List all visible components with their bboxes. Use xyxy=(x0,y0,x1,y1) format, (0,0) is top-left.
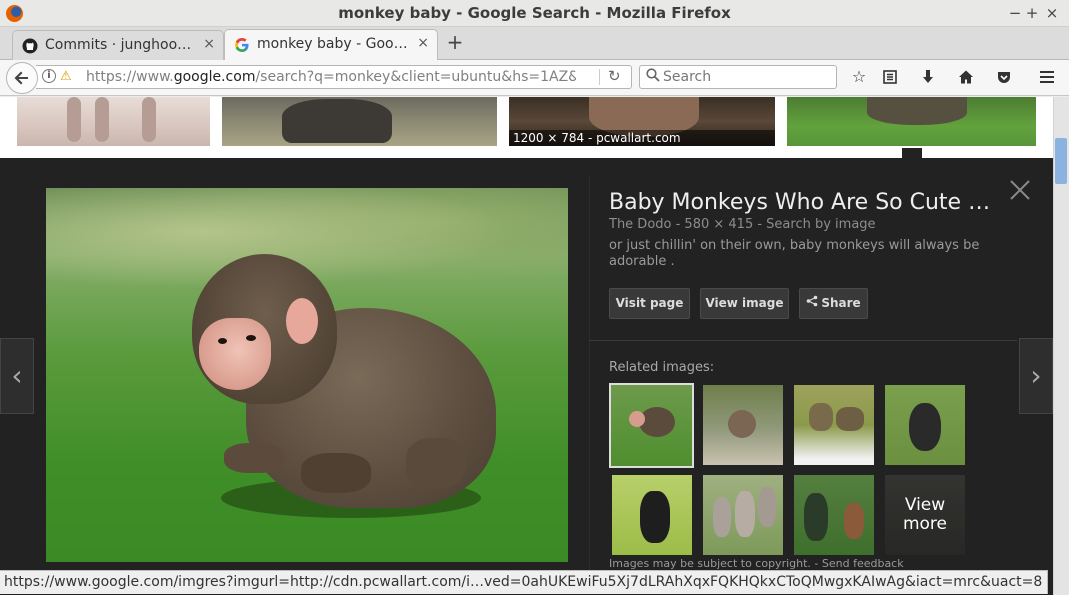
copyright-feedback-note[interactable]: Images may be subject to copyright. - Se… xyxy=(609,557,904,570)
search-bar[interactable] xyxy=(639,65,837,89)
visit-page-button[interactable]: Visit page xyxy=(609,288,690,319)
previous-image-button[interactable]: ‹ xyxy=(0,338,34,414)
view-more-related-button[interactable]: View more xyxy=(885,475,965,555)
firefox-logo-icon xyxy=(6,5,23,22)
preview-description: or just chillin' on their own, baby monk… xyxy=(609,238,980,269)
url-bar[interactable]: i ⚠ https://www.google.com/search?q=monk… xyxy=(36,65,632,89)
related-image-thumbnail[interactable] xyxy=(794,475,874,555)
search-input[interactable] xyxy=(663,68,831,86)
panel-divider xyxy=(589,175,590,575)
related-image-thumbnail[interactable] xyxy=(885,385,965,465)
search-icon xyxy=(646,68,660,86)
view-more-label: View more xyxy=(885,475,965,555)
tab-commits[interactable]: Commits · junghoo… × xyxy=(12,30,224,60)
related-image-thumbnail[interactable] xyxy=(703,385,783,465)
home-icon[interactable] xyxy=(955,66,977,88)
related-image-thumbnail[interactable] xyxy=(703,475,783,555)
related-image-thumbnail[interactable] xyxy=(794,385,874,465)
next-image-button[interactable]: › xyxy=(1019,338,1053,414)
tab-close-icon[interactable]: × xyxy=(417,35,429,51)
maximize-button[interactable]: + xyxy=(1022,3,1042,23)
url-text[interactable]: https://www.google.com/search?q=monkey&c… xyxy=(86,69,576,85)
section-divider xyxy=(589,340,1017,341)
view-image-button[interactable]: View image xyxy=(700,288,789,319)
tab-close-icon[interactable]: × xyxy=(203,36,215,52)
url-separator xyxy=(599,69,600,85)
result-thumbnail-selected[interactable] xyxy=(787,97,1036,146)
reading-list-icon[interactable] xyxy=(879,66,901,88)
menu-hamburger-icon[interactable] xyxy=(1036,66,1058,88)
insecure-lock-warning-icon[interactable]: ⚠ xyxy=(60,69,72,84)
close-window-button[interactable]: × xyxy=(1042,3,1062,23)
related-image-thumbnail[interactable] xyxy=(612,475,692,555)
preview-title[interactable]: Baby Monkeys Who Are So Cute … xyxy=(609,190,999,215)
scrollbar-thumb[interactable] xyxy=(1055,138,1067,184)
window-title: monkey baby - Google Search - Mozilla Fi… xyxy=(338,4,731,22)
google-g-icon xyxy=(234,37,250,53)
preview-meta[interactable]: The Dodo - 580 × 415 - Search by image xyxy=(609,217,876,232)
status-bar-url: https://www.google.com/imgres?imgurl=htt… xyxy=(0,570,1048,594)
window-titlebar: monkey baby - Google Search - Mozilla Fi… xyxy=(0,0,1069,27)
close-preview-icon[interactable] xyxy=(1005,175,1035,205)
tab-label: Commits · junghoo… xyxy=(45,37,192,53)
related-image-thumbnail[interactable] xyxy=(609,383,694,468)
share-icon xyxy=(806,289,818,318)
preview-image[interactable] xyxy=(46,188,568,562)
downloads-icon[interactable] xyxy=(917,66,939,88)
tab-monkey-baby[interactable]: monkey baby - Goo… × xyxy=(224,29,438,60)
back-button[interactable] xyxy=(6,62,38,94)
github-icon xyxy=(22,38,38,54)
related-images-heading: Related images: xyxy=(609,360,715,375)
share-label: Share xyxy=(821,296,861,310)
share-button[interactable]: Share xyxy=(799,288,868,319)
reload-icon[interactable]: ↻ xyxy=(608,67,621,85)
new-tab-button[interactable]: + xyxy=(444,31,466,53)
thumbnail-caption: 1200 × 784 - pcwallart.com xyxy=(509,130,775,146)
pocket-icon[interactable] xyxy=(993,66,1015,88)
site-info-icon[interactable]: i xyxy=(42,69,56,83)
result-thumbnail[interactable] xyxy=(222,97,497,146)
result-thumbnail[interactable] xyxy=(17,97,210,146)
bookmark-star-icon[interactable]: ☆ xyxy=(848,66,870,88)
tab-label: monkey baby - Goo… xyxy=(257,36,407,52)
